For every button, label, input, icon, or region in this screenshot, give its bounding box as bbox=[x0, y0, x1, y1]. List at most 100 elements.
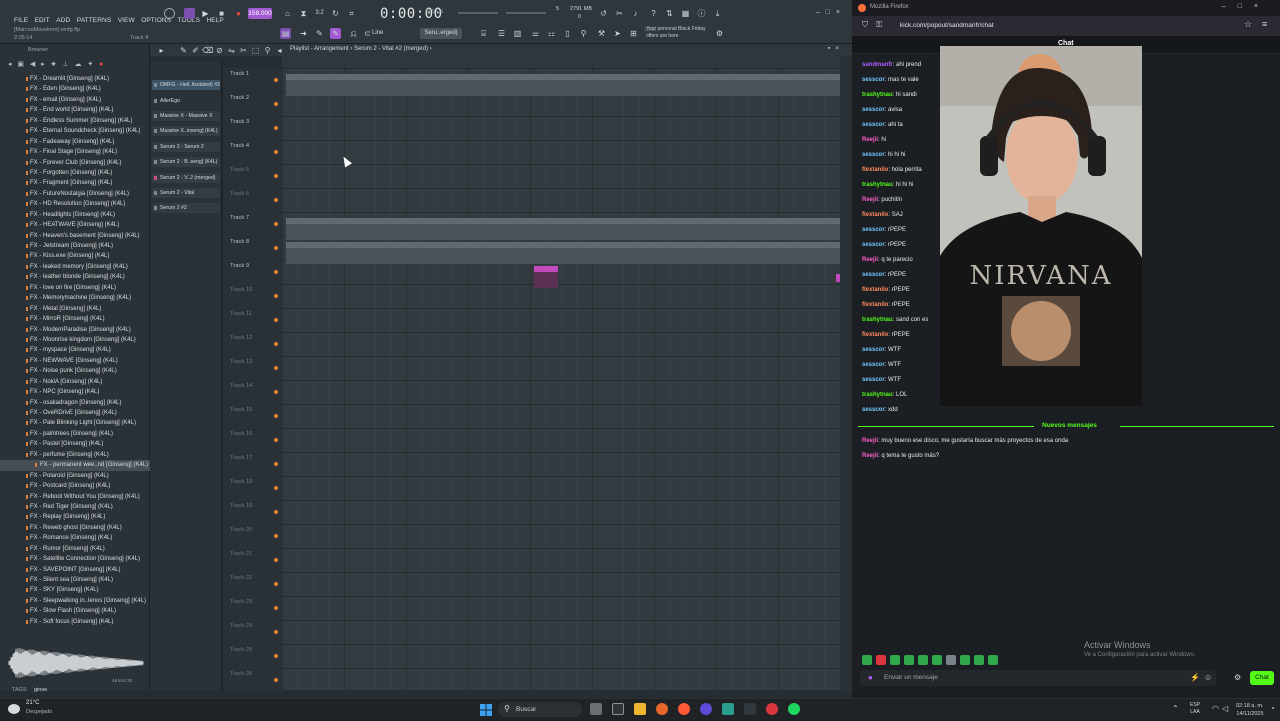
menu-file[interactable]: FILE bbox=[14, 17, 28, 24]
audio-clip[interactable]: OMFG - Hello_vocals [consolidated] [cons… bbox=[536, 74, 840, 96]
emote-icon[interactable] bbox=[918, 655, 928, 665]
chat-username[interactable]: Reejii bbox=[862, 137, 878, 143]
browser-item[interactable]: FX - Kiss.exe [Ginseng] (K4L) bbox=[0, 251, 150, 261]
browser-item[interactable]: FX - Reweb ghost [Ginseng] (K4L) bbox=[0, 523, 150, 533]
master-volume-slider[interactable] bbox=[458, 12, 498, 14]
cut-icon[interactable]: ✂ bbox=[614, 8, 625, 19]
pattern-clip[interactable]: Serum 2 - Vital #2 (merged) bbox=[536, 218, 840, 240]
track-header[interactable]: Track 4 bbox=[230, 140, 282, 164]
url-field[interactable]: kick.com/popout/sandmanfr/chat bbox=[900, 22, 994, 29]
song-mode-button[interactable] bbox=[184, 8, 195, 19]
chat-username[interactable]: flextanilo bbox=[862, 287, 888, 293]
browser-item[interactable]: FX - Jetstream [Ginseng] (K4L) bbox=[0, 241, 150, 251]
track-mute-led[interactable] bbox=[274, 102, 278, 106]
browser-item[interactable]: FX - Reboot Without You [Ginseng] (K4L) bbox=[0, 492, 150, 502]
pattern-selector[interactable]: Seru..erged) bbox=[420, 28, 462, 39]
tool-delete-icon[interactable]: ⌫ bbox=[202, 45, 213, 56]
playlist-menu-icon[interactable]: ▸ bbox=[156, 45, 167, 56]
browser-item[interactable]: FX - Eternal Soundcheck [Ginseng] (K4L) bbox=[0, 126, 150, 136]
playlist-view-icon[interactable]: ▤ bbox=[280, 28, 291, 39]
channel-rack-icon[interactable]: ▦ bbox=[680, 8, 691, 19]
track-header[interactable]: Track 7 bbox=[230, 212, 282, 236]
taskbar-app-fl-studio[interactable] bbox=[656, 703, 668, 715]
track-mute-led[interactable] bbox=[274, 414, 278, 418]
tool-pencil-icon[interactable]: ✎ bbox=[178, 45, 189, 56]
tool-zoom-icon[interactable]: ⚲ bbox=[262, 45, 273, 56]
browser-item[interactable]: FX - HEATWAVE [Ginseng] (K4L) bbox=[0, 220, 150, 230]
emote-icon[interactable] bbox=[862, 655, 872, 665]
news-gear-icon[interactable]: ⚙ bbox=[714, 28, 725, 39]
mic-icon[interactable]: ♪ bbox=[630, 8, 641, 19]
browser-item[interactable]: FX - Replay [Ginseng] (K4L) bbox=[0, 512, 150, 522]
browser-item[interactable]: FX - MirroR [Ginseng] (K4L) bbox=[0, 314, 150, 324]
browser-item[interactable]: FX - Fadeaway [Ginseng] (K4L) bbox=[0, 137, 150, 147]
chat-username[interactable]: sesscor bbox=[862, 227, 885, 233]
browser-item[interactable]: FX - osakadragon [Ginseng] (K4L) bbox=[0, 398, 150, 408]
metronome-icon[interactable]: ⌂ bbox=[282, 8, 293, 19]
master-pitch-slider[interactable] bbox=[506, 12, 546, 14]
browser-fav-icon[interactable]: ✦ bbox=[87, 61, 93, 68]
cart-icon[interactable]: ⊞ bbox=[628, 28, 639, 39]
chat-username[interactable]: Reejii bbox=[862, 257, 878, 263]
taskbar-app-widgets[interactable] bbox=[590, 703, 602, 715]
browser-item[interactable]: FX - Noise punk [Ginseng] (K4L) bbox=[0, 366, 150, 376]
menu-patterns[interactable]: PATTERNS bbox=[77, 17, 112, 24]
bookmark-star-icon[interactable]: ☆ bbox=[1244, 19, 1252, 30]
browser-item[interactable]: FX - Endless Summer [Ginseng] (K4L) bbox=[0, 116, 150, 126]
chat-username[interactable]: flextanilo bbox=[862, 302, 888, 308]
emote-icon[interactable] bbox=[960, 655, 970, 665]
track-header[interactable]: Track 9 bbox=[230, 260, 282, 284]
browser-item[interactable]: FX - Metal [Ginseng] (K4L) bbox=[0, 304, 150, 314]
browser-view-icon[interactable]: ▯ bbox=[562, 28, 573, 39]
taskbar-app-chrome[interactable] bbox=[766, 703, 778, 715]
menu-edit[interactable]: EDIT bbox=[35, 17, 50, 24]
step-edit-icon[interactable]: ⌗ bbox=[346, 8, 357, 19]
browser-item[interactable]: FX - Final Stage [Ginseng] (K4L) bbox=[0, 147, 150, 157]
browser-item[interactable]: FX - Postcard [Ginseng] (K4L) bbox=[0, 481, 150, 491]
mixer-view-icon[interactable]: ⚌ bbox=[530, 28, 541, 39]
weather-icon[interactable] bbox=[8, 704, 20, 714]
menu-view[interactable]: VIEW bbox=[118, 17, 135, 24]
pencil-tool-icon[interactable]: ✎ bbox=[314, 28, 325, 39]
track-header[interactable]: Track 24 bbox=[230, 620, 282, 644]
browser-item[interactable]: FX - End world [Ginseng] (K4L) bbox=[0, 105, 150, 115]
taskbar-app-store[interactable] bbox=[722, 703, 734, 715]
timeline-ruler[interactable] bbox=[282, 56, 840, 68]
track-header[interactable]: Track 17 bbox=[230, 452, 282, 476]
track-header[interactable]: Track 14 bbox=[230, 380, 282, 404]
play-icon[interactable]: ▶ bbox=[200, 8, 211, 19]
wait-icon[interactable]: ⧗ bbox=[298, 8, 309, 19]
browser-item[interactable]: FX - ModernParadise [Ginseng] (K4L) bbox=[0, 325, 150, 335]
browser-item[interactable]: FX - Slow Flash [Ginseng] (K4L) bbox=[0, 606, 150, 616]
track-header[interactable]: Track 2 bbox=[230, 92, 282, 116]
track-mute-led[interactable] bbox=[274, 390, 278, 394]
news-banner[interactable]: Your personal Black Friday offers are he… bbox=[646, 26, 718, 40]
track-header[interactable]: Track 3 bbox=[230, 116, 282, 140]
tray-chevron-icon[interactable]: ⌃ bbox=[1172, 704, 1179, 713]
draw-mode-icon[interactable]: ✎ bbox=[330, 28, 341, 39]
track-mute-led[interactable] bbox=[274, 222, 278, 226]
track-mute-led[interactable] bbox=[274, 654, 278, 658]
track-header[interactable]: Track 25 bbox=[230, 644, 282, 668]
chat-username[interactable]: trashytnau bbox=[862, 317, 893, 323]
browser-item[interactable]: FX - Fragment [Ginseng] (K4L) bbox=[0, 178, 150, 188]
browser-item[interactable]: FX - love on fire [Ginseng] (K4L) bbox=[0, 283, 150, 293]
track-header[interactable]: Track 11 bbox=[230, 308, 282, 332]
arrangement-grid[interactable]: OMFG - Hello_vocals [consolidated] [cons… bbox=[282, 68, 840, 690]
emote-icon[interactable] bbox=[890, 655, 900, 665]
taskbar-search[interactable]: ⚲ Buscar bbox=[498, 702, 582, 717]
chat-username[interactable]: flextanilo bbox=[862, 167, 888, 173]
taskbar-app-taskview[interactable] bbox=[612, 703, 624, 715]
track-header[interactable]: Track 10 bbox=[230, 284, 282, 308]
picker-item[interactable]: Serum 2 - B..seng] (K4L) bbox=[152, 157, 220, 167]
browser-item[interactable]: FX - permanent wee..nd [Ginseng] (K4L) bbox=[0, 460, 150, 471]
chat-username[interactable]: sesscor bbox=[862, 122, 885, 128]
emote-icon[interactable] bbox=[988, 655, 998, 665]
browser-item[interactable]: FX - Soft focus [Ginseng] (K4L) bbox=[0, 617, 150, 627]
stop-icon[interactable]: ■ bbox=[216, 8, 227, 19]
browser-back-icon[interactable]: ◂ bbox=[8, 61, 12, 68]
taskbar-app-firefox[interactable] bbox=[678, 703, 690, 715]
browser-item[interactable]: FX - Dreamlit [Ginseng] (K4L) bbox=[0, 74, 150, 84]
track-header[interactable]: Track 12 bbox=[230, 332, 282, 356]
track-header[interactable]: Track 22 bbox=[230, 572, 282, 596]
